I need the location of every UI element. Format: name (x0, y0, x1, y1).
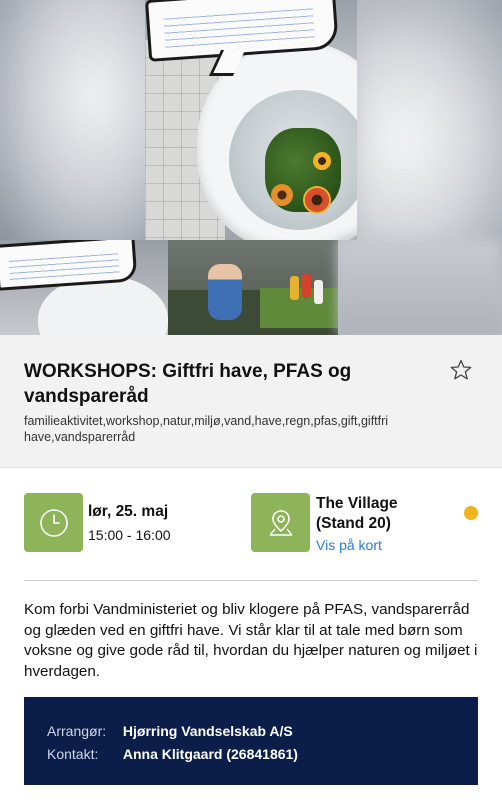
contact-row: Kontakt: Anna Klitgaard (26841861) (47, 746, 298, 762)
plant-table (260, 288, 338, 328)
clock-icon-box (24, 493, 83, 552)
main-photo-toilet-planter[interactable] (145, 0, 357, 240)
bottle (302, 274, 311, 298)
favorite-button[interactable] (446, 355, 476, 385)
event-time: 15:00 - 16:00 (88, 527, 171, 543)
organizer-value: Hjørring Vandselskab A/S (122, 723, 293, 739)
organizer-label: Arrangør: (47, 723, 107, 739)
event-header: WORKSHOPS: Giftfri have, PFAS og vandspa… (0, 335, 502, 468)
thumbnail-photo-toilet[interactable] (0, 240, 168, 335)
show-on-map-link[interactable]: Vis på kort (316, 537, 382, 553)
event-date: lør, 25. maj (88, 503, 169, 520)
map-pin-icon-box (251, 493, 310, 552)
organizer-box: Arrangør: Hjørring Vandselskab A/S Konta… (24, 697, 478, 785)
child-figure (208, 264, 242, 320)
map-pin-icon (268, 509, 293, 536)
organizer-row: Arrangør: Hjørring Vandselskab A/S (47, 723, 293, 739)
flower (303, 186, 331, 214)
event-description: Kom forbi Vandministeriet og bliv kloger… (24, 601, 478, 680)
status-dot (464, 506, 478, 520)
event-title: WORKSHOPS: Giftfri have, PFAS og vandspa… (24, 361, 352, 407)
thumbnail-photo-child-garden[interactable] (168, 240, 338, 335)
blurred-photo-backdrop-bottom-right (338, 240, 502, 335)
event-tags: familieaktivitet,workshop,natur,miljø,va… (24, 414, 389, 444)
bottle (290, 276, 299, 300)
event-photo-gallery[interactable] (0, 0, 502, 335)
blurred-photo-backdrop-right (350, 0, 502, 270)
bottle (314, 280, 323, 304)
clock-icon (39, 508, 68, 537)
divider (24, 580, 478, 581)
contact-value[interactable]: Anna Klitgaard (26841861) (123, 746, 298, 762)
flower (271, 184, 293, 206)
flower (313, 152, 331, 170)
contact-label: Kontakt: (47, 746, 99, 762)
star-outline-icon (450, 359, 472, 380)
location-name: The Village (Stand 20) (316, 495, 398, 532)
